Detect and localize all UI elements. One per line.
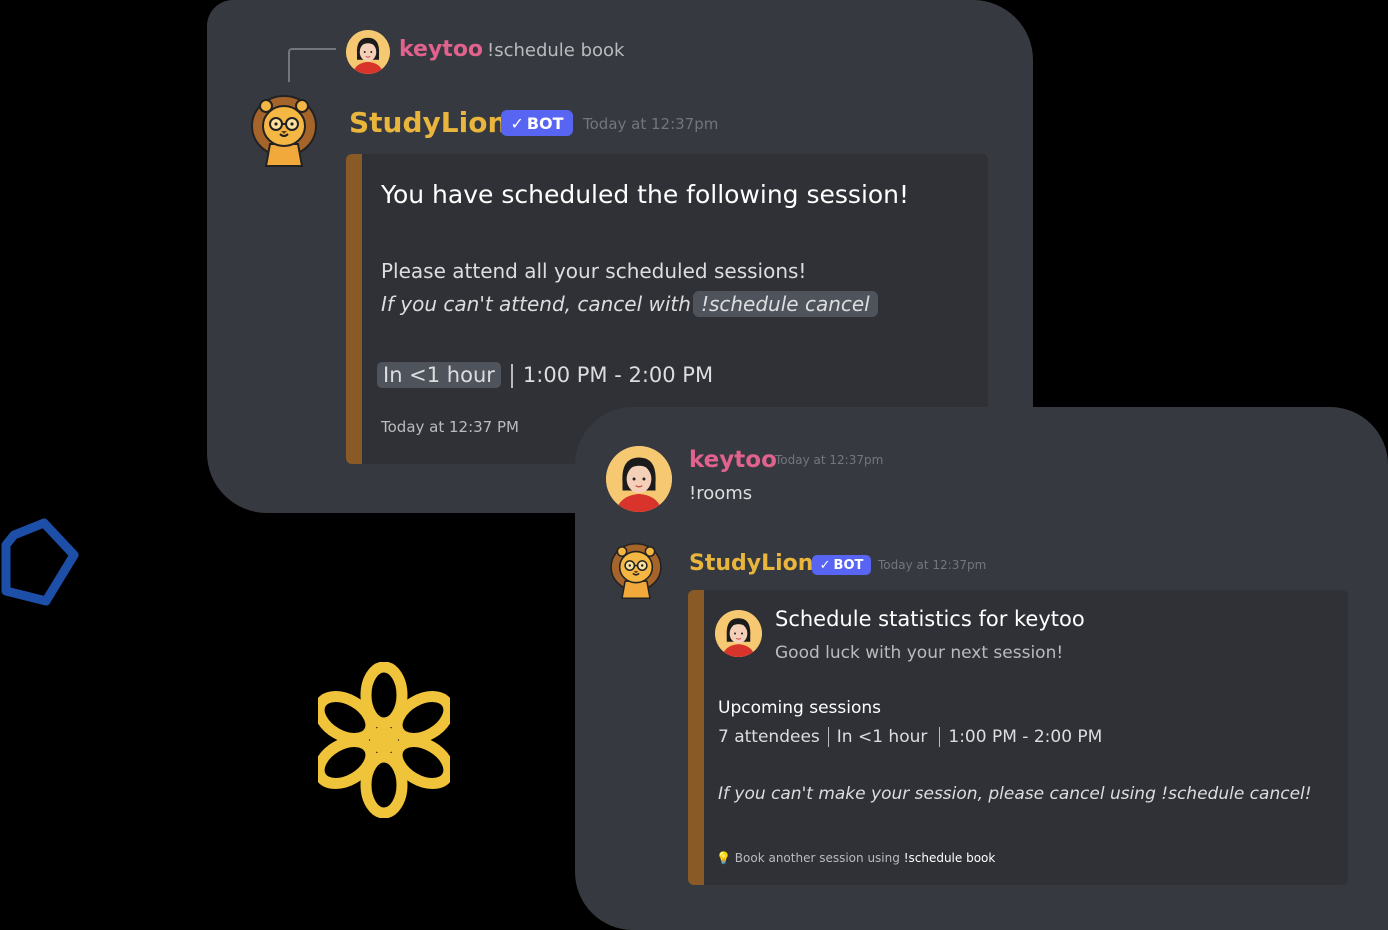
attendee-count: 7 attendees [718,727,820,747]
embed-accent-bar [346,154,362,464]
divider [939,727,941,747]
footer-prefix: Book another session using [734,851,900,865]
cancel-note: If you can't make your session, please c… [718,784,1312,804]
user-message-text[interactable]: !rooms [689,483,752,504]
session-time-range: 1:00 PM - 2:00 PM [522,363,714,387]
upcoming-sessions-heading: Upcoming sessions [718,698,882,718]
bot-badge-label: BOT [526,113,564,133]
session-eta: In <1 hour [836,727,928,747]
bot-badge-2: ✓ BOT [812,555,871,575]
footer-command: !schedule book [903,851,996,865]
check-icon: ✓ [819,557,831,573]
reply-connector [288,48,336,82]
stats-embed-subtitle: Good luck with your next session! [775,643,1064,663]
divider [510,364,513,388]
embed-footer: 💡 Book another session using !schedule b… [716,851,995,865]
studylion-avatar[interactable] [248,92,320,170]
bot-author-name[interactable]: StudyLion [349,106,507,139]
check-icon: ✓ [510,113,524,133]
embed-line-attend: Please attend all your scheduled session… [381,259,807,283]
reply-message-text[interactable]: !schedule book [487,40,624,61]
embed-accent-bar-2 [688,590,704,885]
cancel-prefix: If you can't attend, cancel with [381,292,691,316]
bot-author-name-2[interactable]: StudyLion [689,551,813,576]
user-message-timestamp: Today at 12:37pm [775,453,884,467]
user-author-name[interactable]: keytoo [689,447,777,473]
studylion-avatar-small[interactable] [608,540,664,602]
pentagon-outline-decoration [1,518,79,606]
upcoming-session-row: 7 attendees In <1 hour 1:00 PM - 2:00 PM [718,727,1102,747]
embed-line-cancel: If you can't attend, cancel with !schedul… [381,291,878,317]
reply-author-name[interactable]: keytoo [399,37,483,62]
session-time-row: In <1 hour 1:00 PM - 2:00 PM [377,362,714,388]
cancel-command-code[interactable]: !schedule cancel [692,291,878,317]
eta-pill: In <1 hour [377,362,501,388]
message-timestamp: Today at 12:37pm [583,115,719,133]
bot-badge-label-2: BOT [833,557,864,573]
embed-title: You have scheduled the following session… [381,180,910,209]
keytoo-avatar[interactable] [606,446,672,512]
lightbulb-icon: 💡 [716,851,731,865]
session-time-range-2: 1:00 PM - 2:00 PM [948,727,1103,747]
keytoo-reply-avatar[interactable] [346,30,390,74]
embed-author-avatar [715,610,762,657]
bot-message-timestamp-2: Today at 12:37pm [878,558,987,572]
stats-embed-title: Schedule statistics for keytoo [775,607,1085,631]
embed-footer-timestamp: Today at 12:37 PM [381,418,519,436]
flower-outline-decoration [318,662,450,818]
bot-badge: ✓ BOT [501,110,573,136]
divider [827,727,829,747]
